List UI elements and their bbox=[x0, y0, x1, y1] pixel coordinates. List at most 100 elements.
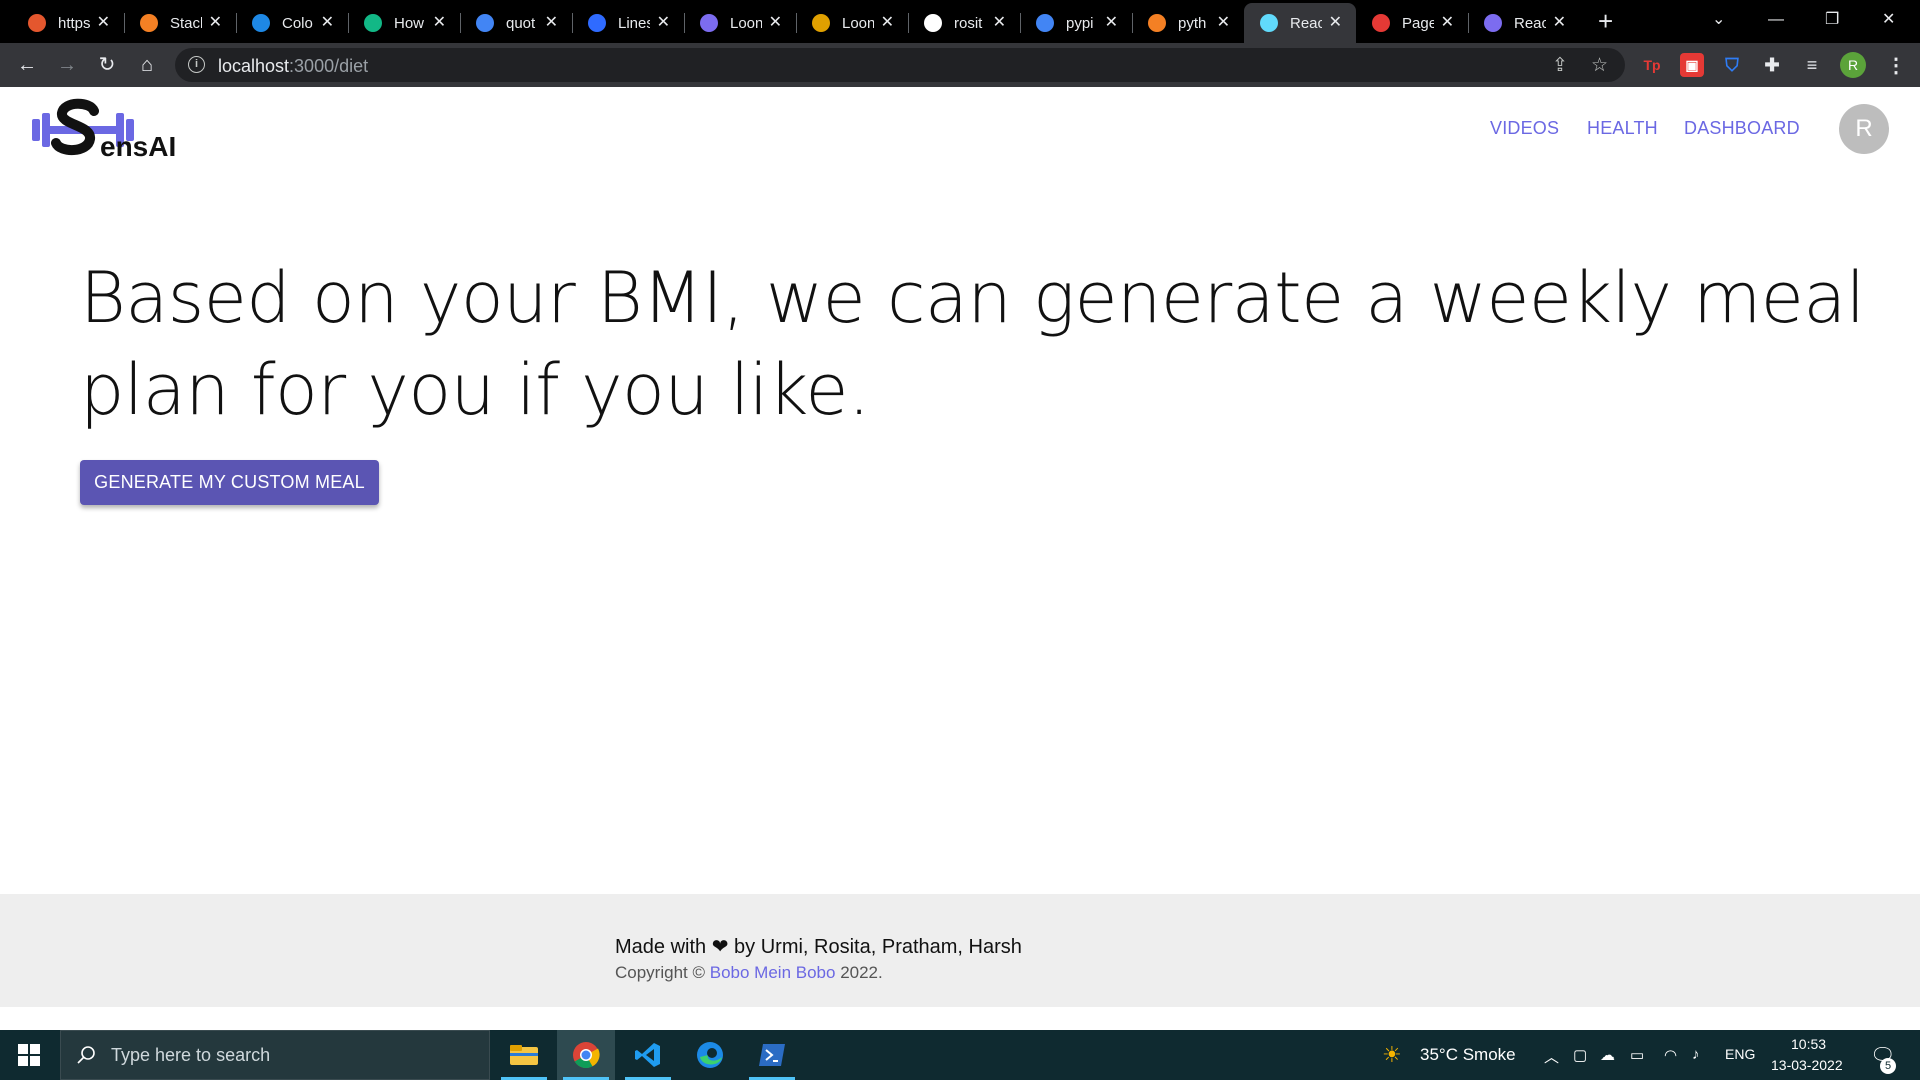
nav-videos[interactable]: VIDEOS bbox=[1490, 118, 1559, 139]
browser-tab[interactable]: pypi ✕ bbox=[1020, 3, 1132, 43]
tab-title: Stack bbox=[170, 14, 202, 32]
tab-favicon-icon bbox=[364, 14, 382, 32]
tab-favicon-icon bbox=[588, 14, 606, 32]
browser-tab[interactable]: Reac ✕ bbox=[1468, 3, 1580, 43]
address-bar[interactable]: i localhost:3000/diet ⇪ ☆ bbox=[175, 48, 1625, 82]
tab-favicon-icon bbox=[924, 14, 942, 32]
nav-health[interactable]: HEALTH bbox=[1587, 118, 1658, 139]
extensions-puzzle-icon[interactable]: ✚ bbox=[1760, 53, 1784, 77]
tab-close-icon[interactable]: ✕ bbox=[769, 13, 782, 33]
site-info-icon[interactable]: i bbox=[188, 56, 205, 73]
tab-close-icon[interactable]: ✕ bbox=[1105, 13, 1118, 33]
share-icon[interactable]: ⇪ bbox=[1552, 54, 1568, 77]
windows-taskbar: Type here to search ☀ 35°C Smoke ︿ ▢ ☁ ▭… bbox=[0, 1030, 1920, 1080]
tab-title: pyth bbox=[1178, 14, 1207, 32]
browser-tab[interactable]: Colo ✕ bbox=[236, 3, 348, 43]
chrome-icon[interactable] bbox=[557, 1030, 615, 1080]
browser-tab[interactable]: Page ✕ bbox=[1356, 3, 1468, 43]
browser-tab[interactable]: Lines ✕ bbox=[572, 3, 684, 43]
battery-icon[interactable]: ▭ bbox=[1630, 1046, 1644, 1064]
browser-tab[interactable]: Stack ✕ bbox=[124, 3, 236, 43]
taskbar-search[interactable]: Type here to search bbox=[60, 1030, 490, 1080]
wifi-icon[interactable]: ◠ bbox=[1664, 1046, 1677, 1064]
browser-tab[interactable]: How ✕ bbox=[348, 3, 460, 43]
browser-profile-avatar[interactable]: R bbox=[1840, 52, 1866, 78]
tab-title: Loon bbox=[730, 14, 762, 32]
reload-icon[interactable]: ↻ bbox=[93, 51, 121, 79]
browser-tab[interactable]: Loon ✕ bbox=[684, 3, 796, 43]
tab-close-icon[interactable]: ✕ bbox=[881, 13, 894, 33]
tab-close-icon[interactable]: ✕ bbox=[993, 13, 1006, 33]
nav-dashboard[interactable]: DASHBOARD bbox=[1684, 118, 1800, 139]
tab-title: Loon bbox=[842, 14, 874, 32]
powershell-icon[interactable] bbox=[743, 1030, 801, 1080]
tab-close-icon[interactable]: ✕ bbox=[209, 13, 222, 33]
forward-icon[interactable]: → bbox=[53, 51, 81, 79]
tab-title: Reac bbox=[1514, 14, 1546, 32]
tab-close-icon[interactable]: ✕ bbox=[433, 13, 446, 33]
tab-favicon-icon bbox=[1036, 14, 1054, 32]
tab-close-icon[interactable]: ✕ bbox=[1217, 13, 1230, 33]
tab-title: https bbox=[58, 14, 90, 32]
web-page: ensAI VIDEOS HEALTH DASHBOARD R Based on… bbox=[0, 87, 1920, 1030]
tab-close-icon[interactable]: ✕ bbox=[657, 13, 670, 33]
onedrive-icon[interactable]: ☁ bbox=[1600, 1046, 1615, 1064]
clock-time[interactable]: 10:53 bbox=[1791, 1036, 1826, 1052]
browser-tab[interactable]: pyth ✕ bbox=[1132, 3, 1244, 43]
minimize-icon[interactable]: — bbox=[1768, 6, 1784, 34]
file-explorer-icon[interactable] bbox=[495, 1030, 553, 1080]
meet-icon[interactable]: ▢ bbox=[1573, 1046, 1587, 1064]
search-icon bbox=[77, 1046, 95, 1064]
tab-favicon-icon bbox=[1148, 14, 1166, 32]
tab-close-icon[interactable]: ✕ bbox=[545, 13, 558, 33]
sensai-logo[interactable]: ensAI bbox=[30, 95, 190, 167]
tab-close-icon[interactable]: ✕ bbox=[97, 13, 110, 33]
shield-extension-icon[interactable]: ⛉ bbox=[1720, 53, 1744, 77]
weather-icon[interactable]: ☀ bbox=[1382, 1042, 1402, 1068]
url-text: localhost:3000/diet bbox=[218, 56, 369, 76]
heart-icon: ❤ bbox=[711, 936, 729, 958]
tab-favicon-icon bbox=[252, 14, 270, 32]
browser-tab[interactable]: https ✕ bbox=[12, 3, 124, 43]
tab-title: Page bbox=[1402, 14, 1434, 32]
vscode-icon[interactable] bbox=[619, 1030, 677, 1080]
media-controls-icon[interactable]: ≡ bbox=[1800, 53, 1824, 77]
tab-close-icon[interactable]: ✕ bbox=[1553, 13, 1566, 33]
logo-wordmark: ensAI bbox=[100, 131, 177, 162]
browser-tab[interactable]: Loon ✕ bbox=[796, 3, 908, 43]
edge-icon[interactable] bbox=[681, 1030, 739, 1080]
volume-icon[interactable]: ♪ bbox=[1692, 1046, 1700, 1063]
close-window-icon[interactable]: ✕ bbox=[1882, 6, 1895, 34]
browser-tab[interactable]: rosit ✕ bbox=[908, 3, 1020, 43]
tab-favicon-icon bbox=[812, 14, 830, 32]
browser-tab-strip: https✕Stack✕Colo✕How✕quot✕Lines✕Loon✕Loo… bbox=[0, 0, 1920, 43]
maximize-icon[interactable]: ❐ bbox=[1825, 6, 1839, 34]
windows-start-icon[interactable] bbox=[18, 1044, 40, 1066]
tab-close-icon[interactable]: ✕ bbox=[1441, 13, 1454, 33]
back-icon[interactable]: ← bbox=[13, 51, 41, 79]
footer-credits: Made with ❤ by Urmi, Rosita, Pratham, Ha… bbox=[615, 936, 1022, 958]
clock-date[interactable]: 13-03-2022 bbox=[1771, 1057, 1843, 1073]
tab-close-icon[interactable]: ✕ bbox=[321, 13, 334, 33]
browser-toolbar: ← → ↻ ⌂ i localhost:3000/diet ⇪ ☆ bbox=[0, 43, 1920, 87]
new-tab-button[interactable]: + bbox=[1598, 6, 1613, 36]
tab-title: How bbox=[394, 14, 425, 32]
browser-tab[interactable]: quot ✕ bbox=[460, 3, 572, 43]
browser-tab[interactable]: Reac ✕ bbox=[1244, 3, 1356, 43]
home-icon[interactable]: ⌂ bbox=[133, 51, 161, 79]
tab-search-icon[interactable]: ⌄ bbox=[1712, 6, 1725, 34]
tab-favicon-icon bbox=[1372, 14, 1390, 32]
extension-tp-icon[interactable]: Tp bbox=[1640, 53, 1664, 77]
browser-menu-icon[interactable]: ⋮ bbox=[1884, 53, 1908, 77]
language-indicator[interactable]: ENG bbox=[1725, 1046, 1755, 1062]
bookmark-star-icon[interactable]: ☆ bbox=[1591, 54, 1608, 77]
extension-red-icon[interactable]: ▣ bbox=[1680, 53, 1704, 77]
weather-text[interactable]: 35°C Smoke bbox=[1420, 1045, 1516, 1065]
tab-favicon-icon bbox=[140, 14, 158, 32]
user-avatar[interactable]: R bbox=[1839, 104, 1889, 154]
tab-close-icon[interactable]: ✕ bbox=[1329, 13, 1342, 33]
generate-meal-button[interactable]: GENERATE MY CUSTOM MEAL bbox=[80, 460, 379, 505]
tab-title: Reac bbox=[1290, 14, 1322, 32]
footer-team-link[interactable]: Bobo Mein Bobo bbox=[710, 963, 836, 982]
tray-chevron-icon[interactable]: ︿ bbox=[1544, 1046, 1559, 1067]
